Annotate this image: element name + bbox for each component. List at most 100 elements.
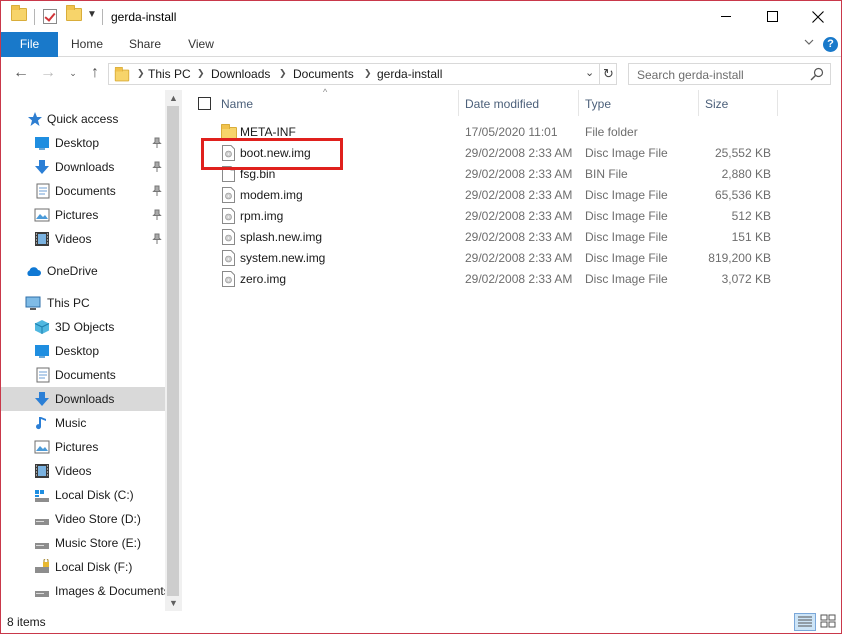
sidebar-item-label: Downloads: [55, 392, 115, 406]
maximize-button[interactable]: [749, 1, 795, 32]
sidebar-item-local-disk-c[interactable]: Local Disk (C:): [1, 483, 165, 507]
pin-icon[interactable]: [152, 161, 162, 173]
sidebar-item-qa-videos[interactable]: Videos: [1, 227, 165, 251]
sidebar-item-this-pc[interactable]: This PC: [1, 291, 165, 315]
sidebar-item-3d-objects[interactable]: 3D Objects: [1, 315, 165, 339]
file-size: 3,072 KB: [721, 272, 771, 286]
sidebar-item-video-store-d[interactable]: Video Store (D:): [1, 507, 165, 531]
sidebar-item-qa-pictures[interactable]: Pictures: [1, 203, 165, 227]
breadcrumb-this-pc[interactable]: This PC: [148, 67, 191, 81]
tab-home[interactable]: Home: [63, 32, 111, 57]
file-name: splash.new.img: [240, 230, 323, 244]
tab-view[interactable]: View: [178, 32, 224, 57]
breadcrumb-documents[interactable]: Documents: [293, 67, 354, 81]
table-row[interactable]: rpm.img 29/02/2008 2:33 AM Disc Image Fi…: [187, 206, 841, 227]
sidebar-item-videos[interactable]: Videos: [1, 459, 165, 483]
breadcrumb-separator-icon[interactable]: ❯: [279, 68, 287, 79]
breadcrumb-separator-icon[interactable]: ❯: [364, 68, 372, 79]
tab-share[interactable]: Share: [121, 32, 169, 57]
sidebar-item-qa-desktop[interactable]: Desktop: [1, 131, 165, 155]
download-arrow-icon: [35, 392, 49, 406]
sidebar-item-music-store-e[interactable]: Music Store (E:): [1, 531, 165, 555]
table-row[interactable]: zero.img 29/02/2008 2:33 AM Disc Image F…: [187, 269, 841, 290]
file-date: 29/02/2008 2:33 AM: [465, 272, 573, 286]
column-header-label: Name: [221, 97, 254, 111]
pin-icon[interactable]: [152, 209, 162, 221]
file-date: 29/02/2008 2:33 AM: [465, 146, 573, 160]
sidebar-item-qa-downloads[interactable]: Downloads: [1, 155, 165, 179]
file-name: modem.img: [240, 188, 303, 202]
minimize-icon: [721, 16, 731, 17]
locked-drive-icon: [35, 559, 49, 573]
table-row[interactable]: modem.img 29/02/2008 2:33 AM Disc Image …: [187, 185, 841, 206]
back-arrow-icon[interactable]: ←: [11, 63, 31, 83]
sidebar-item-images-documents[interactable]: Images & Documents: [1, 579, 165, 603]
expand-ribbon-chevron-icon[interactable]: [804, 37, 814, 47]
minimize-button[interactable]: [703, 1, 749, 32]
documents-icon: [36, 367, 50, 383]
column-header-size[interactable]: Size: [699, 90, 777, 116]
close-button[interactable]: [795, 1, 841, 32]
computer-icon: [25, 296, 41, 310]
column-header-name[interactable]: Name ^: [187, 87, 458, 116]
drive-icon: [35, 591, 49, 597]
star-icon: [28, 112, 42, 126]
sidebar-item-music[interactable]: Music: [1, 411, 165, 435]
recent-locations-chevron-icon[interactable]: ⌄: [63, 63, 83, 83]
folder-icon: [114, 66, 130, 82]
file-date: 29/02/2008 2:33 AM: [465, 209, 573, 223]
quick-access-toolbar-dropdown-icon[interactable]: ▼: [87, 9, 97, 20]
sidebar-item-downloads[interactable]: Downloads: [1, 387, 165, 411]
breadcrumb-downloads[interactable]: Downloads: [211, 67, 270, 81]
new-folder-icon[interactable]: [66, 5, 82, 21]
table-row[interactable]: system.new.img 29/02/2008 2:33 AM Disc I…: [187, 248, 841, 269]
tab-file[interactable]: File: [1, 32, 58, 57]
search-placeholder: Search gerda-install: [637, 68, 744, 82]
sidebar-item-desktop[interactable]: Desktop: [1, 339, 165, 363]
refresh-icon[interactable]: ↻: [599, 64, 617, 84]
pin-icon[interactable]: [152, 185, 162, 197]
properties-check-icon[interactable]: [43, 9, 57, 24]
file-size: 512 KB: [731, 209, 771, 223]
details-view-button[interactable]: [794, 613, 816, 631]
search-input[interactable]: Search gerda-install: [628, 63, 831, 85]
divider: [34, 9, 35, 25]
file-date: 29/02/2008 2:33 AM: [465, 230, 573, 244]
forward-arrow-icon[interactable]: →: [38, 63, 58, 83]
scroll-up-arrow-icon[interactable]: ▲: [165, 90, 182, 106]
windows-drive-icon: [35, 490, 49, 502]
breadcrumb-separator-icon[interactable]: ❯: [197, 68, 205, 79]
scrollbar-thumb[interactable]: [167, 106, 179, 596]
column-divider[interactable]: [777, 90, 778, 116]
large-icons-view-button[interactable]: [818, 613, 840, 631]
item-count: 8 items: [7, 615, 46, 629]
annotation-highlight-box: [201, 138, 343, 170]
sidebar-item-quick-access[interactable]: Quick access: [1, 107, 165, 131]
sidebar-item-documents[interactable]: Documents: [1, 363, 165, 387]
divider: [102, 9, 103, 25]
help-icon[interactable]: ?: [823, 37, 838, 52]
desktop-icon: [35, 345, 49, 358]
breadcrumb-gerda-install[interactable]: gerda-install: [377, 67, 442, 81]
address-history-dropdown-icon[interactable]: ⌄: [585, 66, 594, 79]
scroll-down-arrow-icon[interactable]: ▼: [165, 595, 182, 611]
close-icon: [812, 10, 824, 23]
window-title: gerda-install: [111, 10, 177, 24]
pin-icon[interactable]: [152, 137, 162, 149]
address-bar[interactable]: ❯ This PC ❯ Downloads ❯ Documents ❯ gerd…: [108, 63, 617, 85]
column-header-type[interactable]: Type: [579, 90, 698, 116]
pictures-icon: [34, 440, 50, 454]
pin-icon[interactable]: [152, 233, 162, 245]
navigation-scrollbar[interactable]: ▲ ▼: [165, 90, 182, 611]
sidebar-item-local-disk-f[interactable]: Local Disk (F:): [1, 555, 165, 579]
up-arrow-icon[interactable]: ↑: [85, 63, 105, 83]
documents-icon: [36, 183, 50, 199]
table-row[interactable]: splash.new.img 29/02/2008 2:33 AM Disc I…: [187, 227, 841, 248]
breadcrumb-separator-icon[interactable]: ❯: [137, 68, 145, 79]
sidebar-item-pictures[interactable]: Pictures: [1, 435, 165, 459]
sidebar-item-label: This PC: [47, 296, 90, 310]
sidebar-item-label: Documents: [55, 368, 116, 382]
sidebar-item-qa-documents[interactable]: Documents: [1, 179, 165, 203]
column-header-date[interactable]: Date modified: [459, 90, 578, 116]
sidebar-item-onedrive[interactable]: OneDrive: [1, 259, 165, 283]
